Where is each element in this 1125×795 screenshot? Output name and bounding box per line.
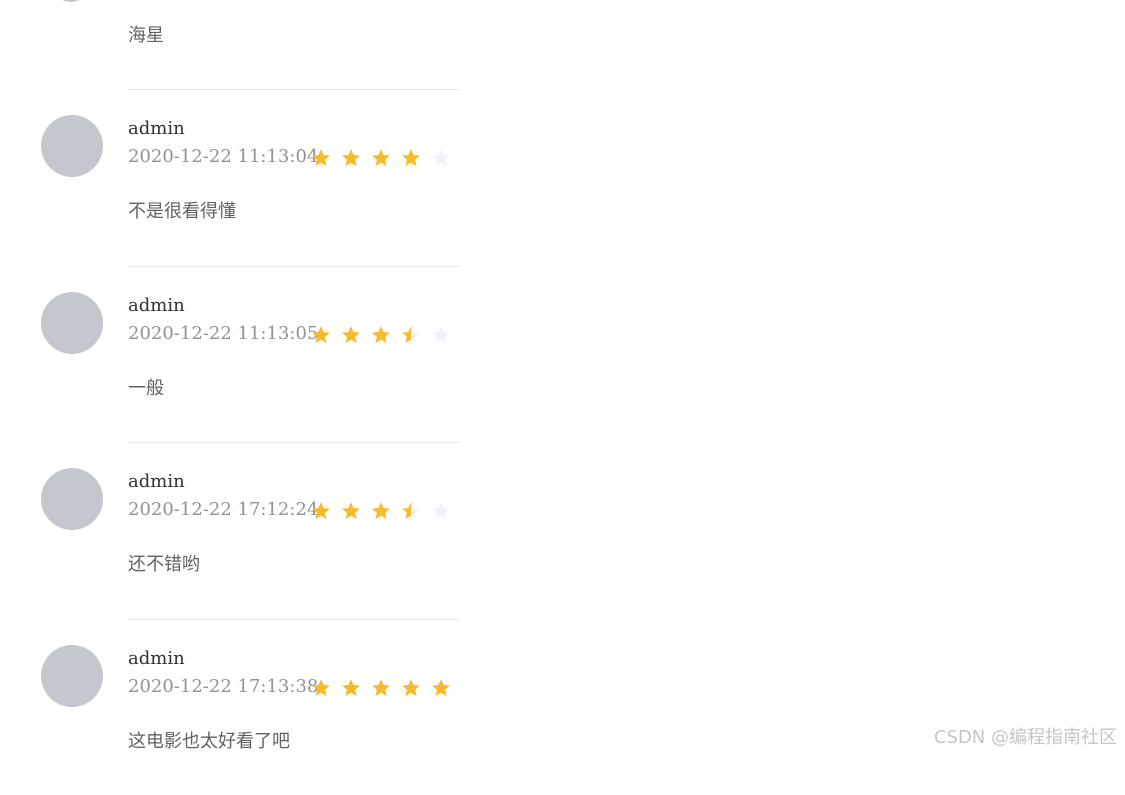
comment-content: 不是很看得懂 (128, 201, 236, 222)
divider (128, 266, 460, 267)
star-icon[interactable] (431, 501, 451, 521)
comment-date: 2020-12-22 17:13:38 (128, 676, 319, 697)
comment-author[interactable]: admin (128, 118, 185, 140)
star-icon[interactable] (371, 148, 391, 168)
comment-date: 2020-12-22 17:12:24 (128, 499, 319, 520)
star-icon[interactable] (311, 325, 331, 345)
avatar (56, 0, 86, 2)
star-rating[interactable] (311, 501, 451, 521)
comment-content: 一般 (128, 378, 164, 399)
star-icon[interactable] (371, 501, 391, 521)
avatar[interactable] (41, 292, 103, 354)
star-icon[interactable] (341, 148, 361, 168)
comment-content: 这电影也太好看了吧 (128, 731, 290, 752)
comment-item: admin 2020-12-22 11:13:04 不是很看得懂 (0, 115, 520, 265)
star-icon[interactable] (311, 678, 331, 698)
star-icon[interactable] (371, 325, 391, 345)
divider (128, 619, 460, 620)
star-icon[interactable] (431, 678, 451, 698)
comment-author[interactable]: admin (128, 471, 185, 493)
watermark: CSDN @编程指南社区 (933, 727, 1117, 748)
star-icon[interactable] (341, 678, 361, 698)
star-icon[interactable] (341, 325, 361, 345)
divider (128, 442, 460, 443)
star-icon[interactable] (401, 148, 421, 168)
star-icon[interactable] (341, 501, 361, 521)
comment-author[interactable]: admin (128, 295, 185, 317)
avatar[interactable] (41, 468, 103, 530)
star-icon[interactable] (401, 678, 421, 698)
star-icon[interactable] (311, 501, 331, 521)
star-icon[interactable] (431, 325, 451, 345)
comment-author[interactable]: admin (128, 648, 185, 670)
comment-item: admin 2020-12-22 17:12:24 还不错哟 (0, 468, 520, 618)
avatar[interactable] (41, 115, 103, 177)
comment-date: 2020-12-22 11:13:05 (128, 323, 319, 344)
star-rating[interactable] (311, 148, 451, 168)
star-icon[interactable] (371, 678, 391, 698)
avatar[interactable] (41, 645, 103, 707)
divider (128, 89, 460, 90)
comment-item: admin 2020-12-22 11:13:05 一般 (0, 292, 520, 442)
star-icon[interactable] (401, 325, 421, 345)
star-icon[interactable] (311, 148, 331, 168)
comment-item: admin 2020-12-22 17:13:38 这电影也太好看了吧 (0, 645, 520, 795)
star-icon[interactable] (431, 148, 451, 168)
star-icon[interactable] (401, 501, 421, 521)
star-rating[interactable] (311, 325, 451, 345)
comment-content: 海星 (128, 25, 164, 46)
comment-date: 2020-12-22 11:13:04 (128, 146, 319, 167)
comment-content: 还不错哟 (128, 554, 200, 575)
star-rating[interactable] (311, 678, 451, 698)
